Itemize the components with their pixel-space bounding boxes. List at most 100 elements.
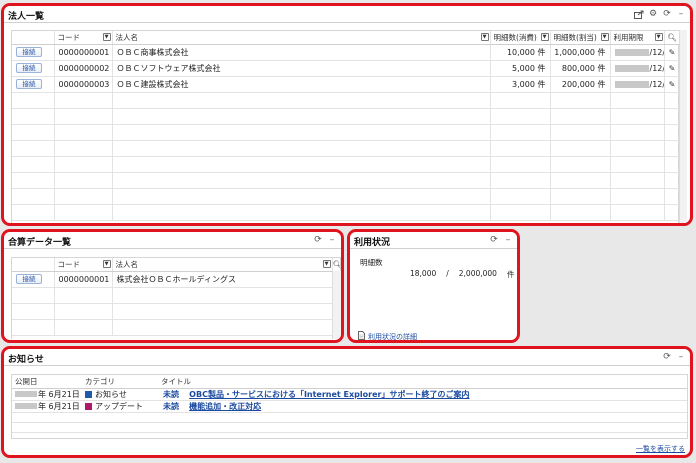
consolidated-grid: コード▼ 法人名▼ 🔍︎ 接続 0000000001 株式会社ＯＢＣホールディン…: [11, 257, 341, 339]
search-icon[interactable]: 🔍︎: [333, 260, 341, 269]
column-header-code[interactable]: コード ▼: [54, 31, 113, 45]
redacted-year: [15, 403, 37, 409]
category-cell: アップデート: [82, 400, 158, 413]
search-icon[interactable]: 🔍︎: [667, 33, 677, 42]
vertical-scrollbar[interactable]: [332, 271, 341, 339]
edit-icon[interactable]: ✎: [669, 48, 676, 57]
minimize-icon[interactable]: –: [327, 235, 337, 245]
document-icon: [358, 331, 365, 340]
table-row[interactable]: 接続 0000000001 株式会社ＯＢＣホールディングス: [12, 271, 340, 288]
connect-button[interactable]: 接続: [16, 79, 42, 89]
notice-title-link[interactable]: 機能追加・改正対応: [189, 402, 261, 411]
dropdown-icon[interactable]: ▼: [600, 33, 609, 42]
name-cell: ＯＢＣ商事株式会社: [112, 44, 491, 61]
refresh-icon[interactable]: ⟳: [662, 352, 672, 362]
table-row[interactable]: 接続 0000000003 ＯＢＣ建設株式会社 3,000 件 200,000 …: [12, 76, 681, 93]
column-header-expiry[interactable]: 利用期限 ▼: [610, 31, 665, 45]
empty-row: [12, 319, 340, 336]
code-cell: 0000000001: [54, 271, 113, 288]
edit-icon[interactable]: ✎: [669, 64, 676, 73]
corporation-table: コード ▼ 法人名 ▼ 明細数(消費) ▼ 明細数(割当) ▼ 利用期限 ▼ 🔍︎ 接続 …: [12, 31, 681, 221]
panel-title: 利用状況: [354, 238, 391, 248]
minimize-icon[interactable]: –: [503, 235, 513, 245]
unread-badge: 未読: [163, 401, 179, 411]
alloc-cell: 800,000 件: [550, 60, 611, 77]
dropdown-icon[interactable]: ▼: [102, 260, 111, 269]
empty-row: [12, 422, 687, 433]
refresh-icon[interactable]: ⟳: [489, 235, 499, 245]
dropdown-icon[interactable]: ▼: [480, 33, 489, 42]
corporation-grid: コード ▼ 法人名 ▼ 明細数(消費) ▼ 明細数(割当) ▼ 利用期限 ▼ 🔍︎ 接続 …: [11, 30, 681, 223]
usage-used: 18,000: [410, 269, 437, 278]
column-header-consumed[interactable]: 明細数(消費) ▼: [490, 31, 551, 45]
notices-table: 公開日 カテゴリ タイトル 年 6月21日 お知らせ 未読 OBC製品・サービス…: [12, 375, 687, 438]
column-header-alloc[interactable]: 明細数(割当) ▼: [550, 31, 611, 45]
empty-row: [12, 92, 681, 109]
column-search[interactable]: 🔍︎: [664, 31, 681, 45]
consumed-cell: 10,000 件: [490, 44, 551, 61]
code-cell: 0000000003: [54, 76, 113, 93]
redacted-year: [614, 80, 649, 88]
table-row[interactable]: 接続 0000000001 ＯＢＣ商事株式会社 10,000 件 1,000,0…: [12, 44, 681, 61]
notices-header: お知らせ ⟳ –: [4, 349, 690, 366]
dropdown-icon[interactable]: ▼: [102, 33, 111, 42]
empty-row: [12, 204, 681, 221]
refresh-icon[interactable]: ⟳: [313, 235, 323, 245]
minimize-icon[interactable]: –: [676, 352, 686, 362]
panel-title: 法人一覧: [8, 12, 45, 22]
empty-row: [12, 156, 681, 173]
alloc-cell: 1,000,000 件: [550, 44, 611, 61]
expiry-cell: /12/31: [610, 76, 665, 93]
edit-icon[interactable]: ✎: [669, 80, 676, 89]
empty-row: [12, 303, 340, 320]
consolidated-table: コード▼ 法人名▼ 🔍︎ 接続 0000000001 株式会社ＯＢＣホールディン…: [12, 258, 341, 336]
gear-icon[interactable]: ⚙: [648, 9, 658, 19]
column-header-name[interactable]: 法人名 ▼: [112, 31, 491, 45]
column-header-category: カテゴリ: [82, 375, 158, 389]
empty-row: [12, 108, 681, 125]
table-row[interactable]: 年 6月21日 アップデート 未読 機能追加・改正対応: [12, 400, 687, 413]
connect-button[interactable]: 接続: [16, 47, 42, 57]
expiry-cell: /12/31: [610, 44, 665, 61]
unread-badge: 未読: [163, 389, 179, 399]
vertical-scrollbar[interactable]: [679, 30, 687, 223]
dropdown-icon[interactable]: ▼: [322, 260, 331, 269]
panel-title: 合算データ一覧: [8, 238, 72, 248]
connect-button[interactable]: 接続: [16, 63, 42, 73]
export-icon[interactable]: [634, 9, 644, 19]
minimize-icon[interactable]: –: [676, 9, 686, 19]
category-color-marker: [85, 402, 92, 410]
consolidated-data-panel: 合算データ一覧 ⟳ – コード▼ 法人名▼ 🔍︎ 接続 0000000001 株…: [1, 229, 344, 343]
dropdown-icon[interactable]: ▼: [654, 33, 663, 42]
show-all-link[interactable]: 一覧を表示する: [636, 444, 685, 454]
dropdown-icon[interactable]: ▼: [540, 33, 549, 42]
empty-row: [12, 412, 687, 423]
table-header-row: コード ▼ 法人名 ▼ 明細数(消費) ▼ 明細数(割当) ▼ 利用期限 ▼ 🔍︎: [12, 31, 681, 45]
empty-row: [12, 432, 687, 438]
consumed-cell: 3,000 件: [490, 76, 551, 93]
column-header-title: タイトル: [158, 375, 687, 389]
table-row[interactable]: 接続 0000000002 ＯＢＣソフトウェア株式会社 5,000 件 800,…: [12, 60, 681, 77]
usage-status-panel: 利用状況 ⟳ – 明細数 18,000 / 2,000,000 件 利用状況の詳…: [347, 229, 520, 343]
table-header-row: コード▼ 法人名▼ 🔍︎: [12, 258, 341, 272]
usage-detail-link[interactable]: 利用状況の詳細: [358, 331, 417, 340]
redacted-year: [614, 64, 649, 72]
empty-row: [12, 172, 681, 189]
expiry-cell: /12/31: [610, 60, 665, 77]
title-cell: 未読 OBC製品・サービスにおける「Internet Explorer」サポート…: [158, 388, 687, 401]
date-cell: 年 6月21日: [12, 388, 82, 401]
column-search[interactable]: 🔍︎: [332, 258, 341, 272]
refresh-icon[interactable]: ⟳: [662, 9, 672, 19]
notice-title-link[interactable]: OBC製品・サービスにおける「Internet Explorer」サポート終了の…: [189, 390, 469, 399]
usage-label: 明細数: [360, 258, 383, 267]
connect-button[interactable]: 接続: [16, 274, 42, 284]
notices-grid: 公開日 カテゴリ タイトル 年 6月21日 お知らせ 未読 OBC製品・サービス…: [11, 374, 688, 439]
empty-row: [12, 188, 681, 205]
table-row[interactable]: 年 6月21日 お知らせ 未読 OBC製品・サービスにおける「Internet …: [12, 388, 687, 401]
column-header-code[interactable]: コード ▼: [54, 258, 113, 272]
consolidated-data-header: 合算データ一覧 ⟳ –: [4, 232, 341, 249]
empty-row: [12, 124, 681, 141]
corporation-list-header: 法人一覧 ⚙ ⟳ –: [4, 6, 690, 23]
table-header-row: 公開日 カテゴリ タイトル: [12, 375, 687, 389]
column-header-name[interactable]: 法人名 ▼: [112, 258, 333, 272]
